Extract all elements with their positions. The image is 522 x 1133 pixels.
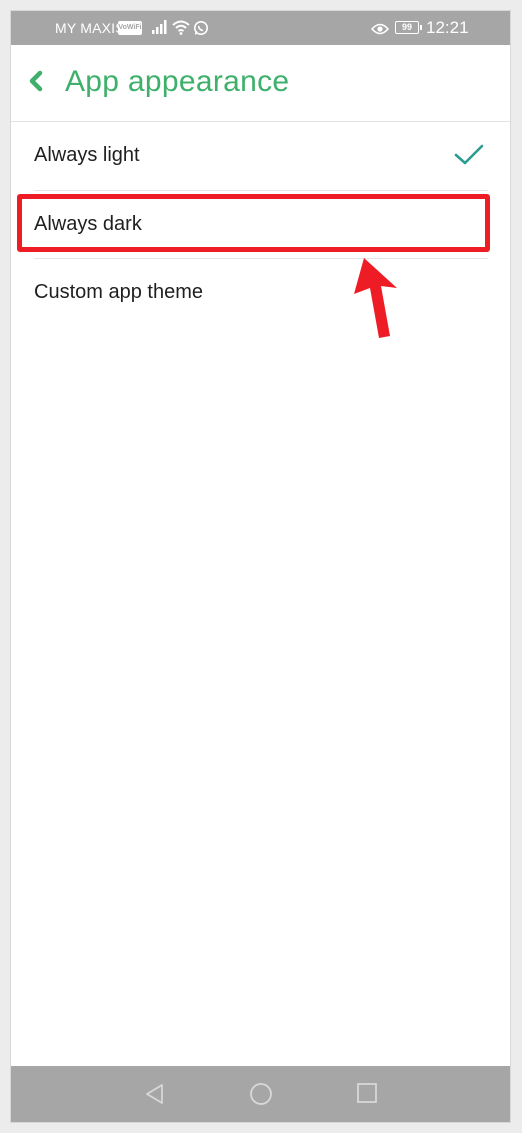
whatsapp-icon: [193, 20, 209, 41]
battery-icon: 99: [395, 21, 422, 34]
back-triangle-icon[interactable]: [143, 1082, 167, 1111]
signal-icon: [152, 20, 168, 39]
recents-square-icon[interactable]: [356, 1082, 378, 1109]
option-label: Custom app theme: [34, 281, 203, 303]
page-title: App appearance: [65, 65, 290, 98]
checkmark-icon: [454, 144, 484, 171]
vowifi-badge: VoWiFi: [118, 21, 142, 35]
back-button[interactable]: [25, 67, 51, 97]
option-label: Always light: [34, 144, 140, 166]
highlight-box: [17, 194, 490, 252]
navigation-bar: [11, 1066, 510, 1122]
app-header: App appearance: [11, 45, 510, 122]
option-custom-app-theme[interactable]: Custom app theme: [11, 259, 510, 327]
chevron-left-icon: [29, 70, 43, 92]
status-bar: MY MAXIS VoWiFi 99 12:21: [11, 11, 510, 45]
status-time: 12:21: [426, 18, 469, 37]
carrier-name: MY MAXIS: [55, 20, 125, 36]
home-circle-icon[interactable]: [249, 1082, 273, 1111]
eye-icon: [370, 22, 390, 40]
wifi-icon: [172, 20, 190, 40]
option-always-light[interactable]: Always light: [11, 122, 510, 190]
red-arrow-annotation: [346, 256, 402, 345]
phone-screen: MY MAXIS VoWiFi 99 12:21 App appearance …: [10, 10, 511, 1123]
